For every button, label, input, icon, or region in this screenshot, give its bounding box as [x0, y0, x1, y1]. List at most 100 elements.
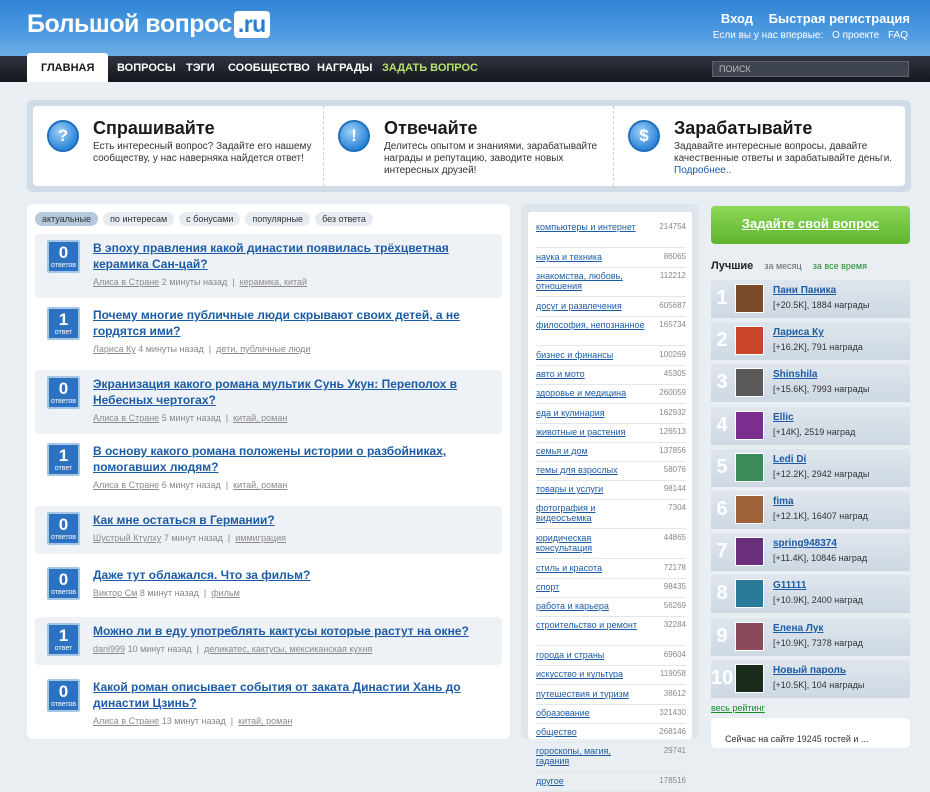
nav-community[interactable]: СООБЩЕСТВО	[228, 56, 310, 82]
best-user-row[interactable]: 2 Лариса Ку [+16.2K], 791 награда	[711, 322, 910, 361]
question-row[interactable]: 0 ответов Какой роман описывает события от…	[35, 673, 502, 737]
best-user-row[interactable]: 1 Пани Паника [+20.5K], 1884 награды	[711, 280, 910, 318]
category-name[interactable]: авто и мото	[536, 369, 646, 379]
question-tags[interactable]: китай, роман	[238, 716, 292, 726]
avatar[interactable]	[735, 410, 764, 440]
question-tags[interactable]: керамика, китай	[240, 277, 307, 287]
best-user-row[interactable]: 10 Новый пароль [+10.5K], 104 награды	[711, 659, 910, 698]
category-name[interactable]: образование	[536, 708, 646, 718]
category-item[interactable]: общество 268146	[536, 727, 686, 743]
avatar[interactable]	[735, 495, 764, 524]
question-title[interactable]: Даже тут облажался. Что за фильм?	[93, 567, 493, 583]
register-link[interactable]: Быстрая регистрация	[769, 11, 910, 26]
category-name[interactable]: гороскопы, магия, гадания	[536, 746, 646, 766]
avatar[interactable]	[735, 452, 764, 482]
avatar[interactable]	[735, 284, 764, 313]
category-item[interactable]: досуг и развлечения 605687	[536, 301, 686, 318]
category-item[interactable]: строительство и ремонт 32284	[536, 620, 686, 647]
question-title[interactable]: Как мне остаться в Германии?	[93, 512, 493, 528]
question-row[interactable]: 1 ответ Можно ли в еду употреблять кактусы…	[35, 617, 502, 665]
question-author[interactable]: Алиса в Стране	[93, 480, 159, 490]
avatar[interactable]	[735, 368, 764, 398]
avatar[interactable]	[735, 663, 764, 693]
question-tags[interactable]: деликатес, кактусы, мексиканская кухня	[204, 644, 372, 654]
category-item[interactable]: путешествия и туризм 38612	[536, 689, 686, 705]
faq-link[interactable]: FAQ	[888, 30, 908, 41]
question-tags[interactable]: китай, роман	[233, 413, 287, 423]
question-row[interactable]: 0 ответов Экранизация какого романа мульти…	[35, 370, 502, 434]
best-user-row[interactable]: 9 Елена Лук [+10.9K], 7378 наград	[711, 617, 910, 656]
category-name[interactable]: стиль и красота	[536, 563, 646, 573]
category-item[interactable]: юридическая консультация 44865	[536, 533, 686, 559]
all-rating-link[interactable]: весь рейтинг	[711, 703, 765, 713]
category-item[interactable]: фотография и видеосъемка 7304	[536, 503, 686, 529]
category-item[interactable]: работа и карьера 56269	[536, 601, 686, 618]
avatar[interactable]	[735, 621, 764, 651]
filter-interests[interactable]: по интересам	[103, 212, 175, 226]
avatar[interactable]	[735, 579, 764, 609]
category-name[interactable]: здоровье и медицина	[536, 388, 646, 398]
question-author[interactable]: dani999	[93, 644, 125, 654]
question-row[interactable]: 1 ответ В основу какого романа положены ис…	[35, 437, 502, 501]
category-name[interactable]: досуг и развлечения	[536, 301, 646, 311]
category-name[interactable]: семья и дом	[536, 446, 646, 456]
best-user-row[interactable]: 4 Ellic [+14K], 2519 наград	[711, 406, 910, 445]
question-tags[interactable]: иммиграция	[235, 533, 286, 543]
user-name[interactable]: Ledi Di	[773, 454, 806, 465]
user-name[interactable]: Елена Лук	[773, 623, 823, 634]
category-name[interactable]: бизнес и финансы	[536, 350, 646, 360]
category-name[interactable]: философия, непознанное	[536, 320, 646, 330]
category-name[interactable]: спорт	[536, 582, 646, 592]
category-name[interactable]: города и страны	[536, 650, 646, 660]
user-name[interactable]: Лариса Ку	[773, 327, 824, 338]
ask-question-button[interactable]: Задайте свой вопрос	[711, 206, 910, 244]
question-title[interactable]: В эпоху правления какой династии появила…	[93, 240, 493, 272]
more-link[interactable]: Подробнее..	[674, 165, 731, 176]
user-name[interactable]: spring948374	[773, 538, 837, 549]
question-author[interactable]: Лариса Ку	[93, 344, 136, 354]
question-title[interactable]: Почему многие публичные люди скрывают св…	[93, 307, 493, 339]
question-title[interactable]: Какой роман описывает события от заката …	[93, 679, 493, 711]
category-name[interactable]: темы для взрослых	[536, 465, 646, 475]
category-item[interactable]: товары и услуги 98144	[536, 484, 686, 500]
category-item[interactable]: искусство и культура 119058	[536, 669, 686, 686]
category-item[interactable]: стиль и красота 72178	[536, 563, 686, 579]
question-row[interactable]: 1 ответ Почему многие публичные люди скрыв…	[35, 301, 502, 365]
category-name[interactable]: еда и кулинария	[536, 408, 646, 418]
category-item[interactable]: спорт 98435	[536, 582, 686, 599]
question-author[interactable]: Алиса в Стране	[93, 277, 159, 287]
category-item[interactable]: бизнес и финансы 100269	[536, 350, 686, 367]
nav-awards[interactable]: НАГРАДЫ	[317, 56, 372, 82]
category-item[interactable]: наука и техника 86065	[536, 252, 686, 268]
user-name[interactable]: Пани Паника	[773, 285, 836, 296]
category-name[interactable]: юридическая консультация	[536, 533, 646, 553]
category-item[interactable]: знакомства, любовь, отношения 112212	[536, 271, 686, 298]
question-row[interactable]: 0 ответов Даже тут облажался. Что за фильм…	[35, 561, 502, 609]
user-name[interactable]: fima	[773, 496, 794, 507]
nav-questions[interactable]: ВОПРОСЫ	[117, 56, 176, 82]
best-user-row[interactable]: 6 fima [+12.1K], 16407 наград	[711, 491, 910, 529]
question-tags[interactable]: дети, публичные люди	[216, 344, 310, 354]
category-item[interactable]: другое 178516	[536, 776, 686, 792]
category-name[interactable]: наука и техника	[536, 252, 646, 262]
nav-ask-question[interactable]: ЗАДАТЬ ВОПРОС	[382, 56, 478, 82]
question-title[interactable]: Можно ли в еду употреблять кактусы котор…	[93, 623, 493, 639]
category-name[interactable]: знакомства, любовь, отношения	[536, 271, 646, 291]
question-tags[interactable]: китай, роман	[233, 480, 287, 490]
category-name[interactable]: животные и растения	[536, 427, 646, 437]
category-name[interactable]: компьютеры и интернет	[536, 222, 646, 232]
search-input[interactable]: ПОИСК	[712, 61, 909, 77]
category-item[interactable]: философия, непознанное 165734	[536, 320, 686, 347]
category-item[interactable]: авто и мото 45305	[536, 369, 686, 386]
user-name[interactable]: G11111	[773, 580, 806, 591]
user-name[interactable]: Shinshila	[773, 369, 817, 380]
login-link[interactable]: Вход	[721, 11, 753, 26]
category-name[interactable]: путешествия и туризм	[536, 689, 646, 699]
avatar[interactable]	[735, 537, 764, 567]
filter-unanswered[interactable]: без ответа	[315, 212, 373, 226]
about-link[interactable]: О проекте	[832, 30, 879, 41]
category-item[interactable]: животные и растения 126513	[536, 427, 686, 443]
question-author[interactable]: Виктор См	[93, 588, 137, 598]
user-name[interactable]: Новый пароль	[773, 665, 846, 676]
filter-bonus[interactable]: с бонусами	[179, 212, 241, 226]
